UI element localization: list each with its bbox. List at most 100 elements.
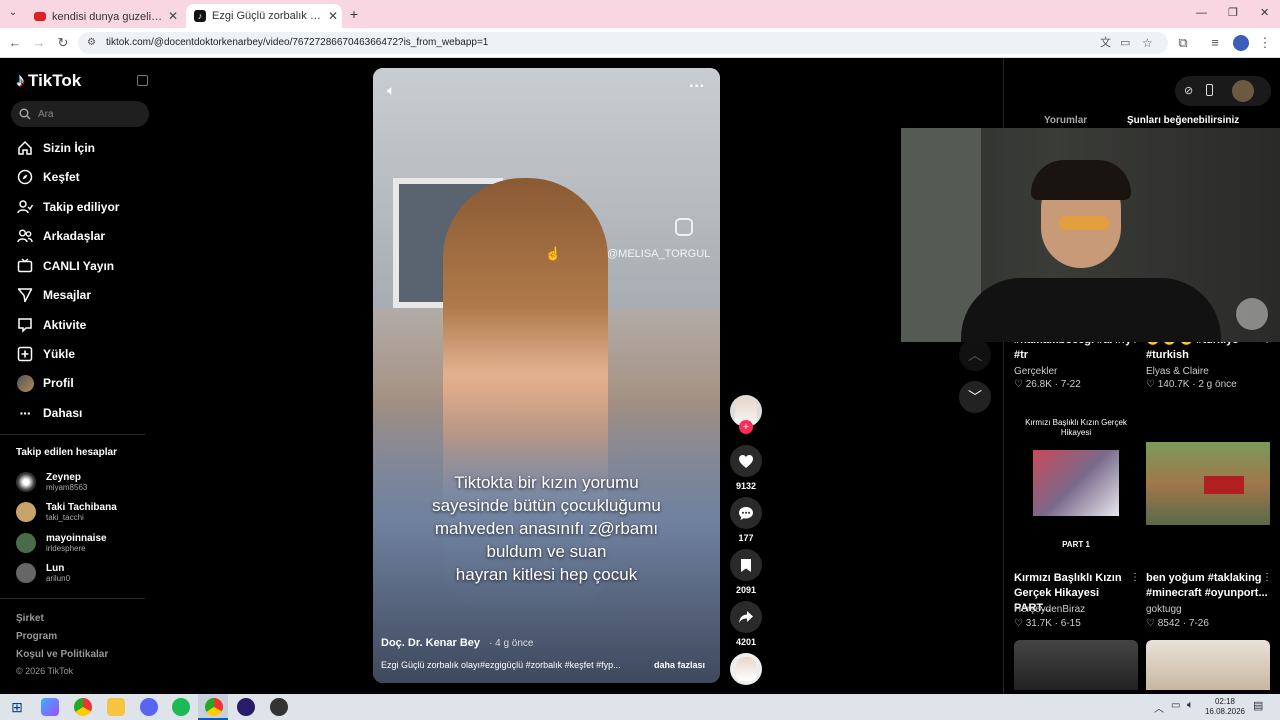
app-recorder-icon[interactable] xyxy=(270,698,288,716)
nav-kesfet[interactable]: Keşfet xyxy=(16,166,80,188)
address-bar-row: ← → ↻ ⚙ tiktok.com/@docentdoktorkenarbey… xyxy=(0,28,1280,58)
nav-sizin-icin[interactable]: Sizin İçin xyxy=(16,137,95,159)
browser-menu-icon[interactable]: ⋮ xyxy=(1256,34,1274,52)
card-author[interactable]: Elyas & Claire xyxy=(1146,366,1209,377)
like-button[interactable] xyxy=(730,445,762,477)
minimize-icon[interactable]: — xyxy=(1196,7,1207,19)
card-author[interactable]: HerşeydenBiraz xyxy=(1014,604,1085,615)
reload-icon[interactable]: ↻ xyxy=(54,34,72,52)
follow-plus-icon[interactable]: + xyxy=(739,420,753,434)
nav-mesajlar[interactable]: Mesajlar xyxy=(16,284,91,306)
bookmark-star-icon[interactable]: ☆ xyxy=(1142,32,1153,54)
avatar xyxy=(16,472,36,492)
url-field[interactable]: ⚙ tiktok.com/@docentdoktorkenarbey/video… xyxy=(78,32,1168,54)
sound-disc[interactable] xyxy=(730,653,762,685)
following-account[interactable]: Zeynep miyam8563 xyxy=(16,467,87,497)
translate-icon[interactable]: 文 xyxy=(1100,32,1111,54)
app-chrome-active-icon[interactable] xyxy=(205,698,223,716)
cast-icon[interactable]: ▭ xyxy=(1120,32,1130,54)
thumbnail-image xyxy=(1204,476,1244,494)
nav-profil[interactable]: Profil xyxy=(16,372,74,394)
card-author[interactable]: goktugg xyxy=(1146,604,1182,615)
following-account[interactable]: mayoinnaise iridesphere xyxy=(16,528,107,558)
tab-search-chevron-icon[interactable]: ⌄ xyxy=(6,7,20,21)
save-count: 2091 xyxy=(735,585,757,595)
card-title[interactable]: ben yoğum #taklaking #minecraft #oyunport… xyxy=(1146,571,1271,601)
nav-yukle[interactable]: Yükle xyxy=(16,343,75,365)
video-more-link[interactable]: daha fazlası xyxy=(654,660,705,670)
tiktok-logo[interactable]: ♪ TikTok xyxy=(16,70,81,91)
scroll-top-icon[interactable] xyxy=(1236,298,1268,330)
volume-tray-icon[interactable]: 🔈︎ xyxy=(1187,699,1194,712)
youtube-favicon-icon xyxy=(34,11,46,21)
close-tab-icon[interactable]: ✕ xyxy=(324,9,342,23)
nav-arkadaslar[interactable]: Arkadaşlar xyxy=(16,225,105,247)
sidebar: ♪ TikTok Ara Sizin İçin Keşfet Takip edi… xyxy=(0,58,160,694)
like-count: 9132 xyxy=(735,481,757,491)
sidebar-divider xyxy=(0,598,145,599)
tray-chevron-icon[interactable]: ︿ xyxy=(1154,700,1164,715)
nav-canli-yayin[interactable]: CANLI Yayın xyxy=(16,255,114,277)
profile-icon xyxy=(16,374,34,392)
tab-youtube[interactable]: kendisi dunya guzeli sanki 🕵️ = ✕ xyxy=(26,4,182,28)
volume-icon[interactable]: 🔈︎ xyxy=(387,82,395,99)
app-chrome-icon[interactable] xyxy=(74,698,92,716)
new-tab-icon[interactable]: + xyxy=(346,6,362,22)
card-thumbnail[interactable] xyxy=(1014,640,1138,690)
explore-icon[interactable]: ⊘ xyxy=(1184,84,1193,97)
app-explorer-icon[interactable] xyxy=(107,698,125,716)
following-account[interactable]: Lun arilun0 xyxy=(16,558,70,588)
app-copilot-icon[interactable] xyxy=(41,698,59,716)
top-action-group: ⊘ xyxy=(1175,76,1271,106)
card-thumbnail[interactable] xyxy=(1146,442,1270,525)
card-thumbnail[interactable]: Kırmızı Başlıklı Kızın Gerçek Hikayesi P… xyxy=(1014,410,1138,560)
extensions-icon[interactable]: ⧉ xyxy=(1174,34,1192,52)
nav-aktivite[interactable]: Aktivite xyxy=(16,314,86,336)
site-info-icon[interactable]: ⚙ xyxy=(87,32,96,54)
share-button[interactable] xyxy=(730,601,762,633)
video-more-icon[interactable]: ··· xyxy=(689,78,705,96)
video-author[interactable]: Doç. Dr. Kenar Bey xyxy=(381,637,480,649)
reading-list-icon[interactable]: ≡ xyxy=(1206,34,1224,52)
notification-icon[interactable]: ▤ xyxy=(1253,699,1263,712)
search-input[interactable]: Ara xyxy=(11,101,149,127)
card-thumbnail[interactable] xyxy=(1146,640,1270,690)
tab-comments[interactable]: Yorumlar xyxy=(1044,115,1087,126)
save-button[interactable] xyxy=(730,549,762,581)
comment-button[interactable] xyxy=(730,497,762,529)
nav-label: Keşfet xyxy=(43,170,80,184)
footer-link-program[interactable]: Program xyxy=(16,631,57,642)
card-date: 7-22 xyxy=(1060,379,1081,390)
video-player[interactable]: 🔈︎ ··· @MELISA_TORGUL ☝ Tiktokta bir kız… xyxy=(373,68,720,683)
footer-link-company[interactable]: Şirket xyxy=(16,613,44,624)
device-icon[interactable] xyxy=(1206,84,1213,96)
clock[interactable]: 02:18 16.08.2026 xyxy=(1203,697,1247,717)
tab-tiktok[interactable]: ♪ Ezgi Güçlü zorbalık olayı nedir? ✕ xyxy=(186,4,342,28)
account-name: mayoinnaise xyxy=(46,533,107,544)
card-menu-icon[interactable]: ⋮ xyxy=(1130,572,1140,583)
start-windows-icon[interactable]: ⊞ xyxy=(8,698,26,716)
forward-icon[interactable]: → xyxy=(30,34,48,52)
nav-dahasi[interactable]: ··· Dahası xyxy=(16,402,83,424)
card-menu-icon[interactable]: ⋮ xyxy=(1262,572,1272,583)
tab-recommendations[interactable]: Şunları beğenebilirsiniz xyxy=(1127,115,1239,126)
network-icon[interactable]: ▭ xyxy=(1171,700,1180,711)
nav-takip-ediliyor[interactable]: Takip ediliyor xyxy=(16,196,119,218)
collapse-sidebar-icon[interactable] xyxy=(137,75,148,86)
back-icon[interactable]: ← xyxy=(6,34,24,52)
restore-icon[interactable]: ❐ xyxy=(1228,6,1238,19)
following-account[interactable]: Taki Tachibana taki_tacchi xyxy=(16,497,117,527)
footer-link-terms[interactable]: Koşul ve Politikalar xyxy=(16,649,108,660)
card-author[interactable]: Gerçekler xyxy=(1014,366,1057,377)
close-window-icon[interactable]: ✕ xyxy=(1260,6,1269,19)
user-avatar[interactable] xyxy=(1232,80,1254,102)
next-video-button[interactable]: ﹀ xyxy=(959,381,991,413)
app-obs-icon[interactable] xyxy=(237,698,255,716)
profile-avatar-icon[interactable] xyxy=(1233,35,1249,51)
app-spotify-icon[interactable] xyxy=(172,698,190,716)
webcam-overlay xyxy=(901,128,1280,342)
search-icon xyxy=(19,108,31,120)
app-discord-icon[interactable] xyxy=(140,698,158,716)
close-tab-icon[interactable]: ✕ xyxy=(164,9,182,23)
previous-video-button[interactable]: ︿ xyxy=(959,339,991,371)
